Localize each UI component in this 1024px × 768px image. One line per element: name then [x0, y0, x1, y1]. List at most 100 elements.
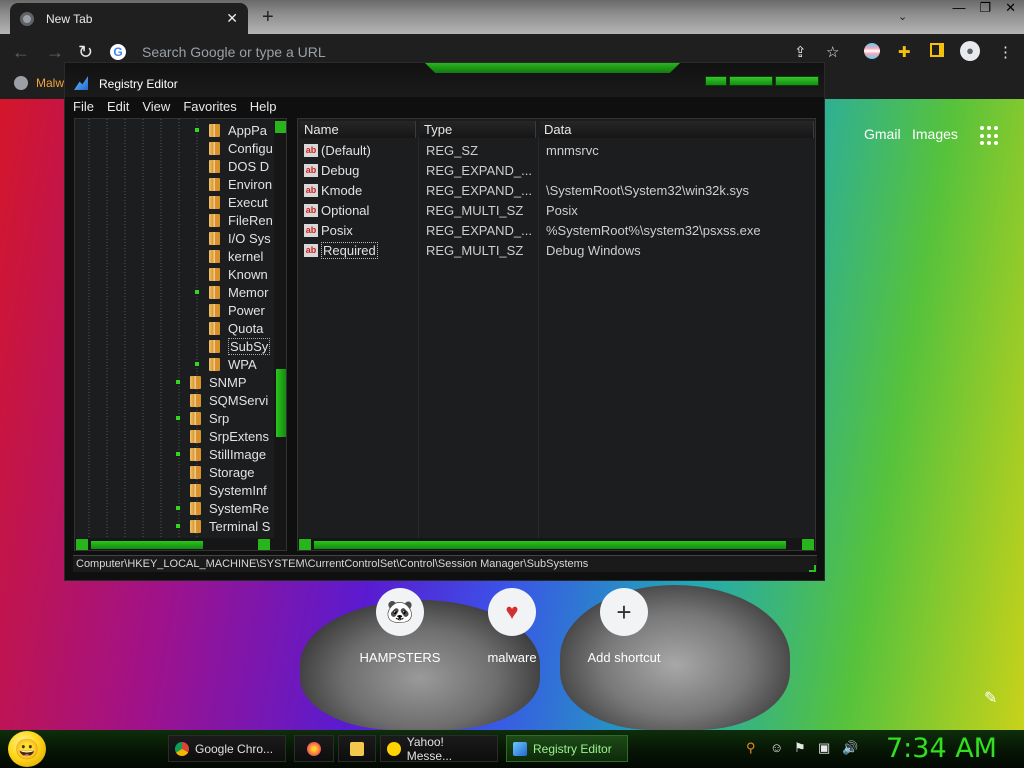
close-button[interactable] [775, 76, 819, 86]
tree-item[interactable]: I/O Sys [195, 229, 271, 247]
registry-editor-titlebar[interactable]: Registry Editor [65, 63, 824, 97]
table-row[interactable]: ab (Default) REG_SZ mnmsrvc [302, 141, 812, 161]
scroll-thumb[interactable] [276, 369, 286, 437]
tree-item[interactable]: Configu [195, 139, 273, 157]
volume-icon[interactable]: 🔊 [842, 740, 858, 756]
search-icon[interactable]: ⚲ [746, 740, 756, 756]
tree-item[interactable]: Quota [195, 319, 263, 337]
shortcut-malware[interactable]: ♥ malware [457, 588, 567, 665]
table-row[interactable]: ab Posix REG_EXPAND_... %SystemRoot%\sys… [302, 221, 812, 241]
extension-flag-icon[interactable] [864, 43, 880, 59]
table-row[interactable]: ab Optional REG_MULTI_SZ Posix [302, 201, 812, 221]
tree-item[interactable]: DOS D [195, 157, 269, 175]
taskbar-item-registry-editor[interactable]: Registry Editor [506, 735, 628, 762]
tab-new-tab[interactable]: New Tab ✕ [10, 3, 248, 34]
table-row[interactable]: ab Kmode REG_EXPAND_... \SystemRoot\Syst… [302, 181, 812, 201]
back-arrow-icon[interactable]: ← [12, 42, 30, 63]
tree-expander-icon[interactable] [176, 524, 180, 528]
restore-button[interactable]: ❐ [979, 0, 991, 16]
scroll-thumb[interactable] [91, 541, 203, 549]
tree-item[interactable]: Srp [176, 409, 229, 427]
scroll-left-button[interactable] [76, 539, 88, 550]
forward-arrow-icon[interactable]: → [46, 42, 64, 63]
tree-expander-icon[interactable] [176, 416, 180, 420]
tree-item[interactable]: FileRen [195, 211, 273, 229]
tree-item[interactable]: SystemRe [176, 499, 269, 517]
menu-favorites[interactable]: Favorites [183, 99, 236, 115]
tree-item[interactable]: Terminal S [176, 517, 270, 535]
scroll-right-button[interactable] [802, 539, 814, 550]
taskbar-clock[interactable]: 7:34 AM [886, 733, 997, 764]
maximize-button[interactable] [729, 76, 773, 86]
tree-item[interactable]: Execut [195, 193, 268, 211]
images-link[interactable]: Images [912, 126, 958, 142]
taskbar-item-chrome[interactable]: Google Chro... [168, 735, 286, 762]
tree-expander-icon[interactable] [195, 290, 199, 294]
start-button[interactable]: 😀 [8, 731, 46, 767]
tree-horizontal-scrollbar[interactable] [75, 538, 286, 550]
tree-vertical-scrollbar[interactable] [274, 119, 286, 539]
tree-item[interactable]: AppPa [195, 121, 267, 139]
add-shortcut-button[interactable]: + Add shortcut [569, 588, 679, 665]
tree-item[interactable]: StillImage [176, 445, 266, 463]
reload-icon[interactable]: ↻ [78, 42, 93, 63]
extensions-puzzle-icon[interactable]: ✚ [898, 43, 911, 61]
menu-help[interactable]: Help [250, 99, 277, 115]
new-tab-button[interactable]: + [262, 6, 274, 29]
tree-item[interactable]: SrpExtens [176, 427, 269, 445]
scroll-left-button[interactable] [299, 539, 311, 550]
share-icon[interactable]: ⇪ [794, 43, 807, 61]
column-header-name[interactable]: Name [300, 121, 416, 138]
chrome-menu-icon[interactable]: ⋮ [998, 43, 1013, 61]
registry-tree[interactable]: AppPa Configu DOS D Environ Execut FileRen I/O… [74, 118, 287, 551]
tree-item[interactable]: SQMServi [176, 391, 268, 409]
tree-item[interactable]: Power [195, 301, 265, 319]
minimize-button[interactable] [705, 76, 727, 86]
scroll-up-button[interactable] [275, 121, 286, 133]
tree-item[interactable]: SNMP [176, 373, 247, 391]
side-panel-icon[interactable] [930, 43, 944, 57]
tree-item[interactable]: Known [195, 265, 268, 283]
scroll-thumb[interactable] [314, 541, 786, 549]
minimize-button[interactable]: — [952, 0, 965, 16]
tree-expander-icon[interactable] [176, 506, 180, 510]
gmail-link[interactable]: Gmail [864, 126, 901, 142]
list-horizontal-scrollbar[interactable] [298, 538, 815, 550]
scroll-right-button[interactable] [258, 539, 270, 550]
profile-avatar-icon[interactable]: ● [960, 41, 980, 61]
customize-pencil-icon[interactable]: ✎ [984, 688, 997, 708]
omnibox[interactable]: G Search Google or type a URL [110, 41, 850, 63]
tree-expander-icon[interactable] [195, 362, 199, 366]
shortcut-hampsters[interactable]: 🐼 HAMPSTERS [345, 588, 455, 665]
tree-expander-icon[interactable] [176, 380, 180, 384]
values-list[interactable]: Name Type Data ab (Default) REG_SZ mnmsr… [297, 118, 816, 551]
menu-edit[interactable]: Edit [107, 99, 129, 115]
google-apps-icon[interactable] [980, 126, 1000, 146]
close-window-button[interactable]: ✕ [1005, 0, 1016, 16]
tree-item[interactable]: kernel [195, 247, 263, 265]
tree-item[interactable]: SubSy [195, 337, 271, 355]
bookmark-item[interactable]: Malw [14, 76, 64, 90]
tree-expander-icon[interactable] [195, 128, 199, 132]
menu-view[interactable]: View [142, 99, 170, 115]
tree-item[interactable]: SystemInf [176, 481, 267, 499]
tree-item[interactable]: Memor [195, 283, 268, 301]
tree-item[interactable]: Storage [176, 463, 255, 481]
tree-expander-icon[interactable] [176, 452, 180, 456]
taskbar-item-yahoo-messenger[interactable]: Yahoo! Messe... [380, 735, 498, 763]
resize-grip-icon[interactable] [809, 565, 816, 572]
menu-file[interactable]: File [73, 99, 94, 115]
tree-item[interactable]: Environ [195, 175, 272, 193]
network-icon[interactable]: ▣ [818, 740, 830, 756]
table-row[interactable]: ab Debug REG_EXPAND_... [302, 161, 812, 181]
column-header-data[interactable]: Data [540, 121, 814, 138]
tab-search-chevron-icon[interactable]: ⌄ [898, 10, 907, 23]
taskbar-item-explorer[interactable] [338, 735, 376, 762]
action-center-flag-icon[interactable]: ⚑ [794, 740, 806, 756]
messenger-tray-icon[interactable]: ☺ [770, 740, 783, 755]
taskbar-item-firefox[interactable] [294, 735, 334, 762]
bookmark-star-icon[interactable]: ☆ [826, 43, 839, 61]
tab-close-icon[interactable]: ✕ [226, 10, 238, 27]
column-header-type[interactable]: Type [420, 121, 536, 138]
table-row[interactable]: ab Required REG_MULTI_SZ Debug Windows [302, 241, 812, 261]
